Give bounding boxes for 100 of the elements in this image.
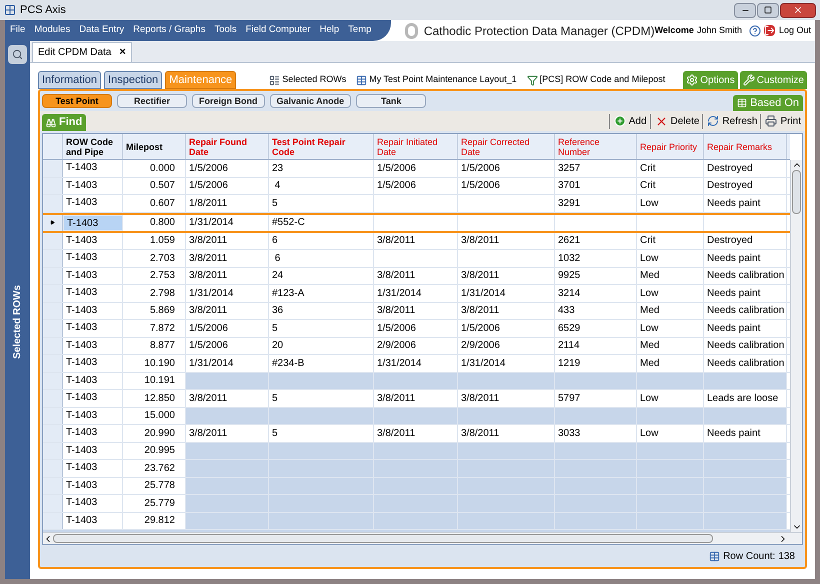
column-header[interactable]: Repair Priority xyxy=(637,134,704,159)
menu-item[interactable]: Help xyxy=(320,23,340,38)
table-icon xyxy=(356,74,368,86)
table-cell: T-1403 xyxy=(63,512,123,529)
section-tab[interactable]: Inspection xyxy=(104,71,162,89)
horizontal-scrollbar[interactable] xyxy=(43,532,802,544)
info-label: My Test Point Maintenance Layout_1 xyxy=(369,73,517,86)
table-cell: T-1403 xyxy=(63,302,123,319)
table-cell: T-1403 xyxy=(63,285,123,302)
printer-icon xyxy=(765,115,778,127)
table-cell: #123-A xyxy=(269,285,374,302)
column-header[interactable]: Repair Remarks xyxy=(704,134,787,159)
column-header[interactable]: Repair Found Date xyxy=(186,134,269,159)
table-cell: 5797 xyxy=(555,390,637,406)
add-icon xyxy=(614,115,626,127)
table-cell: T-1403 xyxy=(63,390,123,406)
table-icon xyxy=(737,98,748,108)
app-title: Cathodic Protection Data Manager (CPDM) xyxy=(424,22,655,40)
column-header[interactable]: Repair Initiated Date xyxy=(374,134,458,159)
list-icon xyxy=(269,74,280,86)
table-cell: 3/8/2011 xyxy=(374,268,458,284)
close-tab-button[interactable]: × xyxy=(119,44,126,61)
menu-item[interactable]: Modules xyxy=(34,23,70,38)
column-header[interactable]: ROW Code and Pipe xyxy=(63,134,123,159)
column-header[interactable]: Milepost xyxy=(123,134,186,159)
logout-button[interactable]: Log Out xyxy=(764,24,811,38)
info-label: Selected ROWs xyxy=(282,73,346,86)
table-cell: 3257 xyxy=(555,160,637,176)
table-cell: 3291 xyxy=(555,195,637,212)
table-cell: 3/8/2011 xyxy=(186,250,269,266)
table-cell: T-1403 xyxy=(63,372,123,389)
close-icon xyxy=(793,5,803,15)
subtab[interactable]: Rectifier xyxy=(117,94,187,108)
maximize-button[interactable] xyxy=(757,2,779,18)
subtab[interactable]: Foreign Bond xyxy=(192,94,264,108)
menu-item[interactable]: Reports / Graphs xyxy=(133,23,206,38)
window-title: PCS Axis xyxy=(20,2,66,18)
column-header[interactable]: Reference Number xyxy=(555,134,637,159)
table-cell: 3/8/2011 xyxy=(458,232,555,249)
customize-button[interactable]: Customize xyxy=(740,71,807,89)
help-icon[interactable] xyxy=(748,24,761,36)
column-header[interactable]: Repair Corrected Date xyxy=(458,134,555,159)
menu-item[interactable]: File xyxy=(10,23,26,38)
maximize-icon xyxy=(764,6,772,14)
table-cell: 36 xyxy=(269,302,374,319)
row-count-label: Row Count: xyxy=(723,550,776,564)
table-cell: 5 xyxy=(269,390,374,406)
scrollbar-thumb[interactable] xyxy=(792,170,801,214)
table-cell: T-1403 xyxy=(63,338,123,354)
table-cell: 3214 xyxy=(555,285,637,302)
delete-button[interactable]: Delete xyxy=(650,114,700,128)
table-cell: T-1403 xyxy=(63,195,123,212)
based-on-button[interactable]: Based On xyxy=(733,95,803,111)
table-cell: T-1403 xyxy=(63,320,123,336)
menu-item[interactable]: Field Computer xyxy=(246,23,311,38)
table-cell: T-1403 xyxy=(63,250,123,266)
section-tab[interactable]: Information xyxy=(38,71,102,89)
info-label: [PCS] ROW Code and Milepost xyxy=(540,73,666,86)
close-button[interactable] xyxy=(780,2,816,18)
vertical-scrollbar[interactable] xyxy=(790,160,802,532)
column-header[interactable]: Test Point Repair Code xyxy=(269,134,374,159)
table-cell: 3/8/2011 xyxy=(186,425,269,442)
find-button[interactable]: Find xyxy=(42,114,86,131)
table-cell: 9925 xyxy=(555,268,637,284)
scrollbar-thumb[interactable] xyxy=(53,534,713,543)
binoculars-icon xyxy=(46,118,56,128)
subtab[interactable]: Test Point xyxy=(42,94,112,108)
welcome-label: Welcome xyxy=(654,24,694,37)
logout-icon xyxy=(764,25,775,36)
table-cell: 5 xyxy=(269,320,374,336)
search-icon xyxy=(12,49,23,60)
table-cell: T-1403 xyxy=(63,495,123,512)
table-cell: 3/8/2011 xyxy=(458,425,555,442)
subtab[interactable]: Galvanic Anode xyxy=(270,94,352,108)
refresh-icon xyxy=(707,115,720,127)
delete-icon xyxy=(654,114,668,128)
table-cell: T-1403 xyxy=(63,160,123,176)
table-cell: 5 xyxy=(269,425,374,442)
add-button[interactable]: Add xyxy=(608,114,647,128)
subtab[interactable]: Tank xyxy=(356,94,426,108)
table-cell: 3/8/2011 xyxy=(186,232,269,249)
table-cell: T-1403 xyxy=(63,232,123,249)
menu-item[interactable]: Temp xyxy=(348,23,372,38)
settings-icon xyxy=(686,74,698,86)
table-cell: 3/8/2011 xyxy=(186,390,269,406)
search-button[interactable] xyxy=(8,45,27,64)
table-icon xyxy=(709,550,720,562)
options-button[interactable]: Options xyxy=(683,71,738,89)
refresh-button[interactable]: Refresh xyxy=(702,114,758,128)
menu-item[interactable]: Tools xyxy=(214,23,237,38)
table-cell: 3/8/2011 xyxy=(374,425,458,442)
table-cell: T-1403 xyxy=(63,425,123,442)
print-button[interactable]: Print xyxy=(760,114,801,128)
row-header[interactable] xyxy=(43,214,63,230)
current-row-icon xyxy=(50,220,55,225)
table-cell: 3/8/2011 xyxy=(374,390,458,406)
document-tab[interactable]: Edit CPDM Data × xyxy=(32,42,132,62)
table-cell: 3/8/2011 xyxy=(374,232,458,249)
side-panel-label[interactable]: Selected ROWs xyxy=(10,284,25,358)
menu-item[interactable]: Data Entry xyxy=(79,23,124,38)
